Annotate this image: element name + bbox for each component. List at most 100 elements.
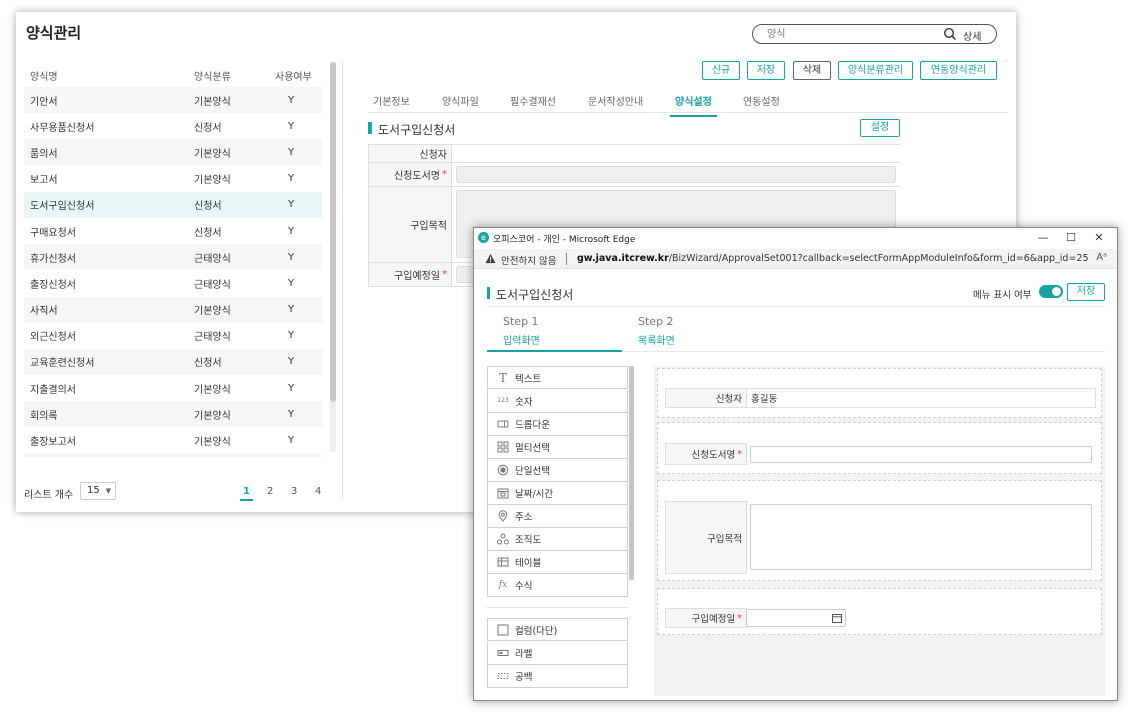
palette-item-datetime[interactable]: 날짜/시간 bbox=[487, 482, 628, 505]
list-item[interactable]: 출장신청서 근태양식 Y bbox=[24, 270, 322, 296]
page-3[interactable]: 3 bbox=[291, 486, 297, 497]
list-count-select[interactable]: 15 ▼ bbox=[80, 482, 116, 500]
purpose-textarea[interactable] bbox=[750, 504, 1092, 570]
cell-category: 기본양식 bbox=[194, 148, 231, 160]
list-item[interactable]: 교육훈련신청서 신청서 Y bbox=[24, 348, 322, 376]
warning-icon[interactable] bbox=[485, 253, 496, 264]
palette-scrollbar-thumb[interactable] bbox=[629, 366, 634, 580]
palette-item-blank[interactable]: 공백 bbox=[487, 665, 628, 688]
list-item[interactable]: 회의록 기본양식 Y bbox=[24, 401, 322, 428]
list-item[interactable]: 도서구입신청서 신청서 Y bbox=[24, 191, 322, 218]
palette-item-number[interactable]: 123 숫자 bbox=[487, 390, 628, 413]
canvas-label-applicant: 신청자 bbox=[665, 388, 747, 408]
new-button[interactable]: 신규 bbox=[702, 61, 740, 80]
canvas-section-applicant[interactable]: 신청자 홍길동 bbox=[657, 368, 1102, 418]
palette-item-text[interactable]: T 텍스트 bbox=[487, 366, 628, 389]
page-1[interactable]: 1 bbox=[240, 486, 253, 501]
list-item[interactable]: 기안서 기본양식 Y bbox=[24, 87, 322, 114]
calendar-icon bbox=[497, 488, 509, 499]
tabs-divider bbox=[368, 112, 1008, 113]
palette-item-org-chart[interactable]: 조직도 bbox=[487, 528, 628, 551]
tab-required-approval[interactable]: 필수결재선 bbox=[510, 93, 556, 108]
palette-item-address[interactable]: 주소 bbox=[487, 505, 628, 528]
required-mark: * bbox=[737, 612, 742, 624]
insecure-label[interactable]: 안전하지 않음 bbox=[501, 253, 556, 267]
search-detail-button[interactable]: 상세 bbox=[963, 28, 981, 43]
multi-select-icon bbox=[497, 441, 509, 453]
step-2-tab[interactable]: Step 2 목록화면 bbox=[638, 315, 758, 347]
step-name: 목록화면 bbox=[638, 336, 675, 347]
form-row-book-name: 신청도서명 * bbox=[368, 163, 900, 187]
palette-item-label[interactable]: 라벨 bbox=[487, 642, 628, 665]
book-name-field[interactable] bbox=[456, 166, 896, 183]
list-item[interactable]: 품의서 기본양식 Y bbox=[24, 139, 322, 166]
palette-item-multi-select[interactable]: 멀티선택 bbox=[487, 436, 628, 459]
page-4[interactable]: 4 bbox=[315, 486, 321, 497]
title-accent-bar bbox=[368, 122, 372, 134]
address-bar[interactable]: 안전하지 않음 gw.java.itcrew.kr/BizWizard/Appr… bbox=[474, 249, 1117, 269]
list-item[interactable]: 사직서 기본양식 Y bbox=[24, 296, 322, 323]
popup-form-title: 도서구입신청서 bbox=[496, 288, 574, 302]
close-icon[interactable]: ✕ bbox=[1089, 230, 1109, 246]
date-input[interactable] bbox=[746, 609, 846, 627]
cell-use: Y bbox=[288, 251, 295, 263]
link-form-manage-button[interactable]: 연동양식관리 bbox=[920, 61, 997, 80]
delete-button[interactable]: 삭제 bbox=[793, 61, 831, 80]
settings-button[interactable]: 설정 bbox=[860, 119, 900, 137]
cell-form-name: 지출결의서 bbox=[30, 384, 76, 396]
search-input[interactable] bbox=[767, 27, 937, 41]
page-2[interactable]: 2 bbox=[267, 486, 273, 497]
cell-category: 근태양식 bbox=[194, 279, 231, 291]
canvas-section-date[interactable]: 구입예정일 * bbox=[657, 588, 1102, 635]
url-text[interactable]: gw.java.itcrew.kr/BizWizard/ApprovalSet0… bbox=[577, 253, 1089, 264]
palette-item-dropdown[interactable]: 드롭다운 bbox=[487, 413, 628, 436]
list-item[interactable]: 사무용품신청서 신청서 Y bbox=[24, 113, 322, 139]
component-palette: T 텍스트 123 숫자 드롭다운 멀티선택 단일선택 날짜/시간 주소 조직도… bbox=[487, 366, 628, 690]
search-icon[interactable] bbox=[943, 27, 957, 41]
tab-link-settings[interactable]: 연동설정 bbox=[743, 93, 780, 108]
step-1-tab[interactable]: Step 1 입력화면 bbox=[503, 315, 623, 347]
canvas-section-purpose[interactable]: 구입목적 bbox=[657, 480, 1102, 581]
tab-basic-info[interactable]: 기본정보 bbox=[373, 93, 410, 108]
palette-item-column[interactable]: 컬럼(다단) bbox=[487, 618, 628, 641]
reader-mode-icon[interactable]: Aᵃ bbox=[1096, 252, 1107, 263]
save-button[interactable]: 저장 bbox=[747, 61, 785, 80]
cell-use: Y bbox=[288, 330, 295, 342]
canvas-label-purpose: 구입목적 bbox=[665, 501, 747, 574]
tab-form-file[interactable]: 양식파일 bbox=[442, 93, 479, 108]
list-item[interactable]: 구매요청서 신청서 Y bbox=[24, 218, 322, 244]
book-name-input[interactable] bbox=[750, 446, 1092, 463]
calendar-icon[interactable] bbox=[832, 613, 842, 623]
palette-item-table[interactable]: 테이블 bbox=[487, 551, 628, 574]
menu-display-toggle[interactable] bbox=[1039, 285, 1063, 298]
cell-use: Y bbox=[288, 435, 295, 447]
canvas-section-book-name[interactable]: 신청도서명 * bbox=[657, 422, 1102, 474]
list-item[interactable]: 휴직신청서근태양식Y bbox=[24, 453, 322, 457]
palette-scrollbar[interactable] bbox=[629, 366, 634, 580]
list-item[interactable]: 휴가신청서 근태양식 Y bbox=[24, 244, 322, 271]
cell-form-name: 외근신청서 bbox=[30, 332, 76, 344]
list-item[interactable]: 외근신청서 근태양식 Y bbox=[24, 323, 322, 349]
palette-item-formula[interactable]: fx 수식 bbox=[487, 574, 628, 597]
cell-form-name: 도서구입신청서 bbox=[30, 201, 95, 213]
category-manage-button[interactable]: 양식분류관리 bbox=[838, 61, 913, 80]
cell-category: 기본양식 bbox=[194, 437, 231, 449]
cell-category: 기본양식 bbox=[194, 96, 231, 108]
list-count-value: 15 bbox=[87, 485, 100, 496]
active-step-underline bbox=[487, 350, 622, 352]
list-item[interactable]: 지출결의서 기본양식 Y bbox=[24, 375, 322, 401]
list-item[interactable]: 보고서 기본양식 Y bbox=[24, 166, 322, 192]
maximize-icon[interactable]: ☐ bbox=[1061, 230, 1081, 246]
search-box[interactable]: 상세 bbox=[752, 24, 997, 44]
page-title: 양식관리 bbox=[26, 24, 82, 42]
tab-writing-guide[interactable]: 문서작성안내 bbox=[588, 93, 643, 108]
cell-use: Y bbox=[288, 277, 295, 289]
list-scrollbar-thumb[interactable] bbox=[330, 62, 336, 402]
popup-save-button[interactable]: 저장 bbox=[1067, 283, 1105, 301]
field-label-purpose: 구입목적 bbox=[368, 187, 452, 262]
list-scrollbar[interactable] bbox=[330, 62, 336, 452]
list-item[interactable]: 출장보고서 기본양식 Y bbox=[24, 427, 322, 453]
minimize-icon[interactable]: — bbox=[1033, 230, 1053, 246]
tab-form-settings[interactable]: 양식설정 bbox=[670, 93, 717, 117]
palette-item-single-select[interactable]: 단일선택 bbox=[487, 459, 628, 482]
